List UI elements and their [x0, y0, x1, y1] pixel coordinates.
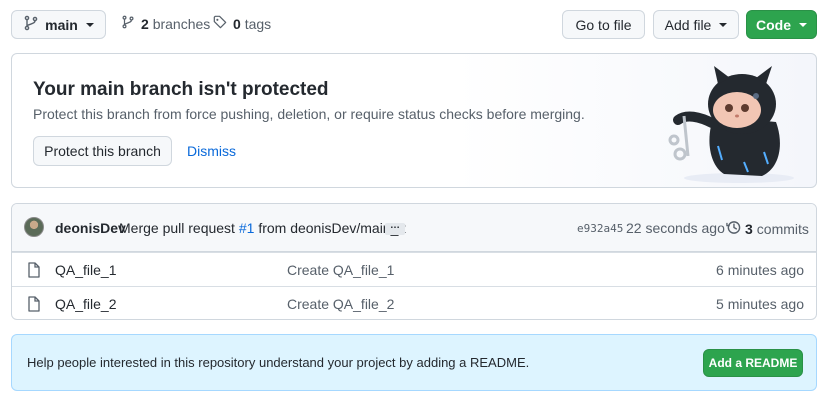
- file-commit-age: 5 minutes ago: [716, 296, 804, 312]
- add-file-label: Add file: [664, 16, 712, 33]
- branch-protection-banner: Your main branch isn't protected Protect…: [11, 53, 817, 188]
- table-row[interactable]: QA_file_1 Create QA_file_1 6 minutes ago: [12, 252, 816, 286]
- file-name-link[interactable]: QA_file_1: [55, 262, 116, 278]
- history-icon: [726, 220, 741, 238]
- dismiss-link[interactable]: Dismiss: [187, 143, 236, 159]
- branches-link[interactable]: 2 branches: [121, 15, 210, 32]
- branch-icon: [23, 15, 39, 34]
- file-commit-age: 6 minutes ago: [716, 262, 804, 278]
- protect-branch-label: Protect this branch: [44, 143, 161, 159]
- branches-label: branches: [152, 15, 211, 32]
- octocat-illustration: [668, 66, 794, 183]
- go-to-file-label: Go to file: [575, 16, 632, 33]
- tags-label: tags: [244, 15, 272, 32]
- protect-branch-button[interactable]: Protect this branch: [33, 136, 172, 166]
- add-file-button[interactable]: Add file: [653, 10, 739, 39]
- commit-author-link[interactable]: deonisDev: [55, 220, 126, 236]
- code-button[interactable]: Code: [746, 10, 817, 39]
- table-row[interactable]: QA_file_2 Create QA_file_2 5 minutes ago: [12, 286, 816, 319]
- chevron-down-icon: [799, 22, 807, 27]
- commits-label: commits: [756, 221, 809, 237]
- commit-time: 22 seconds ago: [626, 220, 725, 236]
- chevron-down-icon: [719, 22, 728, 27]
- pull-request-link[interactable]: #1: [239, 220, 255, 236]
- tags-count: 0: [233, 15, 241, 32]
- commit-message-prefix: Merge pull request: [119, 220, 235, 236]
- branch-icon: [121, 15, 135, 32]
- expand-commit-button[interactable]: …: [385, 221, 405, 235]
- avatar[interactable]: [24, 217, 44, 237]
- file-icon: [27, 262, 41, 281]
- add-readme-label: Add a README: [708, 356, 798, 370]
- commits-link[interactable]: 3 commits: [726, 220, 809, 238]
- add-readme-button[interactable]: Add a README: [703, 349, 803, 377]
- commit-message[interactable]: Merge pull request #1 from deonisDev/mai…: [119, 220, 406, 236]
- tag-icon: [213, 15, 227, 32]
- branch-name: main: [45, 16, 78, 33]
- file-name-link[interactable]: QA_file_2: [55, 296, 116, 312]
- file-commit-message-link[interactable]: Create QA_file_2: [287, 296, 394, 312]
- commit-sha-link[interactable]: e932a45: [577, 222, 623, 235]
- go-to-file-button[interactable]: Go to file: [562, 10, 645, 39]
- file-icon: [27, 296, 41, 315]
- branch-selector-button[interactable]: main: [11, 10, 106, 39]
- branches-count: 2: [141, 15, 149, 32]
- file-commit-message-link[interactable]: Create QA_file_1: [287, 262, 394, 278]
- readme-banner: Help people interested in this repositor…: [11, 334, 817, 391]
- tags-link[interactable]: 0 tags: [213, 15, 271, 32]
- commit-message-suffix: from deonisDev/main_2: [258, 220, 407, 236]
- file-table: deonisDev Merge pull request #1 from deo…: [11, 203, 817, 320]
- code-label: Code: [756, 16, 791, 33]
- commits-count: 3: [745, 221, 753, 237]
- banner-description: Protect this branch from force pushing, …: [33, 106, 585, 122]
- chevron-down-icon: [85, 22, 94, 27]
- readme-banner-text: Help people interested in this repositor…: [27, 355, 530, 370]
- latest-commit-bar: deonisDev Merge pull request #1 from deo…: [12, 204, 816, 252]
- banner-title: Your main branch isn't protected: [33, 79, 329, 100]
